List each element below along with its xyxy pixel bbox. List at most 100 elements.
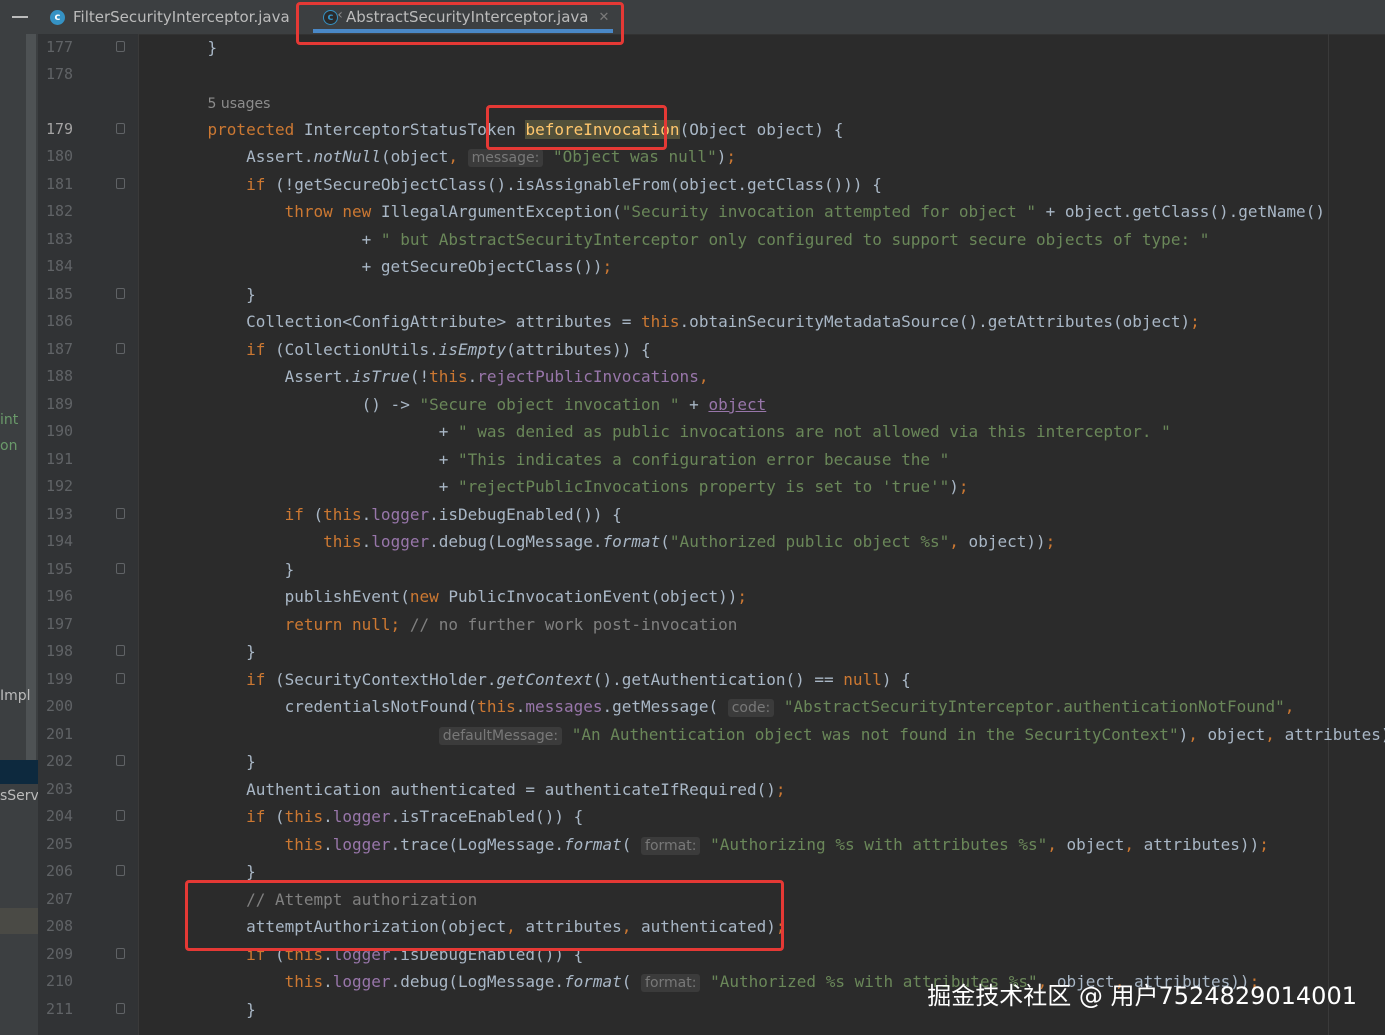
line-number: 181 (46, 175, 74, 193)
line-number: 191 (46, 450, 74, 468)
editor-tab-bar: c FilterSecurityInterceptor.java ‹ c Abs… (38, 0, 1385, 35)
fold-icon[interactable] (116, 123, 125, 134)
code-text: + "rejectPublicInvocations property is s… (169, 477, 969, 496)
line-number: 206 (46, 862, 74, 880)
fold-icon[interactable] (116, 178, 125, 189)
code-line[interactable]: 197 return null; // no further work post… (38, 611, 1385, 638)
code-line[interactable]: 179 protected InterceptorStatusToken bef… (38, 116, 1385, 143)
line-number: 179 (46, 120, 74, 138)
line-number: 193 (46, 505, 74, 523)
fold-icon[interactable] (116, 673, 125, 684)
project-item-fragment[interactable]: on (0, 438, 17, 454)
line-number: 196 (46, 587, 74, 605)
code-text: this.logger.debug(LogMessage.format("Aut… (323, 532, 1056, 551)
code-line[interactable]: 188 Assert.isTrue(!this.rejectPublicInvo… (38, 363, 1385, 390)
project-panel-scrollbar[interactable] (26, 34, 36, 764)
fold-icon[interactable] (116, 508, 125, 519)
fold-icon[interactable] (116, 755, 125, 766)
fold-icon[interactable] (116, 563, 125, 574)
code-line[interactable]: 177 } (38, 34, 1385, 61)
string-literal: "Authorizing %s with attributes %s" (710, 835, 1048, 854)
code-text: publishEvent(new PublicInvocationEvent(o… (169, 587, 747, 606)
code-line[interactable]: 182 throw new IllegalArgumentException("… (38, 198, 1385, 225)
minimize-icon[interactable] (12, 16, 28, 18)
code-text: defaultMessage: "An Authentication objec… (169, 721, 1385, 750)
line-number: 203 (46, 780, 74, 798)
code-line[interactable]: 199 if (SecurityContextHolder.getContext… (38, 666, 1385, 693)
project-item-fragment[interactable]: Impl (0, 688, 31, 704)
line-number: 183 (46, 230, 74, 248)
fold-icon[interactable] (116, 288, 125, 299)
line-number: 208 (46, 917, 74, 935)
fold-icon[interactable] (116, 1003, 125, 1014)
code-line[interactable]: 189 () -> "Secure object invocation " + … (38, 391, 1385, 418)
line-number: 180 (46, 147, 74, 165)
string-literal: "rejectPublicInvocations property is set… (457, 477, 950, 496)
line-number: 200 (46, 697, 74, 715)
code-line[interactable]: 178 (38, 61, 1385, 88)
line-number: 201 (46, 725, 74, 743)
usages-hint-line: 5 usages (38, 89, 1385, 116)
code-line[interactable]: 180 Assert.notNull(object, message: "Obj… (38, 143, 1385, 170)
code-line[interactable]: 192 + "rejectPublicInvocations property … (38, 473, 1385, 500)
param-hint: code: (727, 699, 775, 717)
code-line[interactable]: 191 + "This indicates a configuration er… (38, 446, 1385, 473)
code-line[interactable]: 187 if (CollectionUtils.isEmpty(attribut… (38, 336, 1385, 363)
string-literal: "An Authentication object was not found … (571, 725, 1179, 744)
param-hint: format: (641, 974, 701, 992)
code-line[interactable]: 184 + getSecureObjectClass()); (38, 253, 1385, 280)
code-line[interactable]: 183 + " but AbstractSecurityInterceptor … (38, 226, 1385, 253)
project-item-fragment[interactable]: sServ (0, 788, 39, 804)
code-line[interactable]: 195 } (38, 556, 1385, 583)
fold-icon[interactable] (116, 343, 125, 354)
fold-icon[interactable] (116, 41, 125, 52)
code-line[interactable]: 186 Collection<ConfigAttribute> attribut… (38, 308, 1385, 335)
tab-filter-security-interceptor[interactable]: c FilterSecurityInterceptor.java (50, 0, 290, 34)
line-number: 209 (46, 945, 74, 963)
code-text: Authentication authenticated = authentic… (169, 780, 786, 799)
code-line[interactable]: 204 if (this.logger.isTraceEnabled()) { (38, 803, 1385, 830)
code-line[interactable]: 194 this.logger.debug(LogMessage.format(… (38, 528, 1385, 555)
code-line[interactable]: 198 } (38, 638, 1385, 665)
code-text: } (169, 1000, 256, 1019)
code-text: + getSecureObjectClass()); (169, 257, 613, 276)
line-number: 186 (46, 312, 74, 330)
line-number: 202 (46, 752, 74, 770)
line-number: 189 (46, 395, 74, 413)
code-line[interactable]: 200 credentialsNotFound(this.messages.ge… (38, 693, 1385, 720)
project-item-fragment[interactable]: int (0, 412, 18, 428)
code-text: + "This indicates a configuration error … (169, 450, 950, 469)
code-line[interactable]: 201 defaultMessage: "An Authentication o… (38, 721, 1385, 748)
code-text: } (169, 285, 256, 304)
line-number: 192 (46, 477, 74, 495)
highlight-box-method (486, 105, 667, 150)
code-line[interactable]: 203 Authentication authenticated = authe… (38, 776, 1385, 803)
usages-hint[interactable]: 5 usages (208, 96, 271, 112)
line-number: 182 (46, 202, 74, 220)
string-literal: "This indicates a configuration error be… (457, 450, 950, 469)
line-number: 188 (46, 367, 74, 385)
fold-icon[interactable] (116, 810, 125, 821)
line-number: 194 (46, 532, 74, 550)
code-text: () -> "Secure object invocation " + obje… (169, 395, 767, 414)
fold-icon[interactable] (116, 865, 125, 876)
code-text: credentialsNotFound(this.messages.getMes… (169, 697, 1295, 717)
code-line[interactable]: 190 + " was denied as public invocations… (38, 418, 1385, 445)
code-text: if (!getSecureObjectClass().isAssignable… (246, 175, 882, 194)
code-text: } (169, 752, 256, 771)
fold-icon[interactable] (116, 948, 125, 959)
line-number: 178 (46, 65, 74, 83)
line-number: 195 (46, 560, 74, 578)
line-number: 205 (46, 835, 74, 853)
code-line[interactable]: 196 publishEvent(new PublicInvocationEve… (38, 583, 1385, 610)
code-text: throw new IllegalArgumentException("Secu… (284, 202, 1325, 221)
code-line[interactable]: 202 } (38, 748, 1385, 775)
highlight-box-tab (296, 2, 624, 45)
fold-icon[interactable] (116, 645, 125, 656)
highlight-box-attempt-authorization (185, 880, 784, 951)
code-text: this.logger.trace(LogMessage.format( for… (284, 835, 1269, 855)
code-line[interactable]: 185 } (38, 281, 1385, 308)
code-line[interactable]: 181 if (!getSecureObjectClass().isAssign… (38, 171, 1385, 198)
code-line[interactable]: 205 this.logger.trace(LogMessage.format(… (38, 831, 1385, 858)
code-line[interactable]: 193 if (this.logger.isDebugEnabled()) { (38, 501, 1385, 528)
